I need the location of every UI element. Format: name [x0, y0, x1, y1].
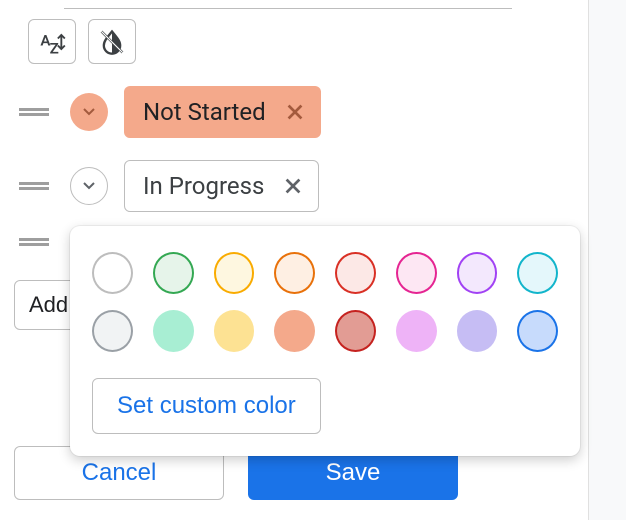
swatch-row [92, 310, 558, 352]
toolbar: AZ [28, 19, 574, 64]
separator [64, 8, 512, 9]
color-swatch[interactable] [92, 252, 133, 294]
color-trigger[interactable] [70, 93, 108, 131]
dropdown-editor: AZ Not Started In Progress Add Cancel Sav… [0, 0, 588, 520]
save-label: Save [326, 459, 381, 486]
color-swatch[interactable] [274, 252, 315, 294]
close-icon[interactable] [284, 101, 306, 123]
color-swatch[interactable] [335, 310, 376, 352]
color-swatch[interactable] [214, 252, 255, 294]
color-swatch[interactable] [457, 252, 498, 294]
drag-handle[interactable] [14, 108, 54, 116]
option-row: In Progress [14, 160, 574, 212]
sort-button[interactable]: AZ [28, 19, 76, 64]
color-swatch[interactable] [517, 252, 558, 294]
color-swatch[interactable] [153, 252, 194, 294]
color-swatch[interactable] [457, 310, 498, 352]
color-swatch[interactable] [274, 310, 315, 352]
color-swatch[interactable] [92, 310, 133, 352]
drag-handle[interactable] [14, 238, 54, 246]
add-label: Add [29, 292, 68, 317]
color-swatch[interactable] [153, 310, 194, 352]
color-swatch[interactable] [396, 252, 437, 294]
option-row: Not Started [14, 86, 574, 138]
color-swatch[interactable] [396, 310, 437, 352]
color-trigger[interactable] [70, 167, 108, 205]
option-label: In Progress [143, 172, 264, 200]
color-swatch[interactable] [335, 252, 376, 294]
color-picker: Set custom color [70, 226, 580, 456]
drag-handle[interactable] [14, 182, 54, 190]
option-label: Not Started [143, 98, 266, 126]
cancel-label: Cancel [82, 459, 157, 486]
color-swatch[interactable] [214, 310, 255, 352]
option-chip[interactable]: In Progress [124, 160, 319, 212]
option-chip[interactable]: Not Started [124, 86, 321, 138]
color-swatch[interactable] [517, 310, 558, 352]
invert-colors-off-button[interactable] [88, 19, 136, 64]
set-custom-color-button[interactable]: Set custom color [92, 378, 321, 434]
custom-color-label: Set custom color [117, 392, 296, 419]
swatch-row [92, 252, 558, 294]
close-icon[interactable] [282, 175, 304, 197]
svg-text:Z: Z [50, 39, 59, 55]
side-panel [588, 0, 626, 520]
